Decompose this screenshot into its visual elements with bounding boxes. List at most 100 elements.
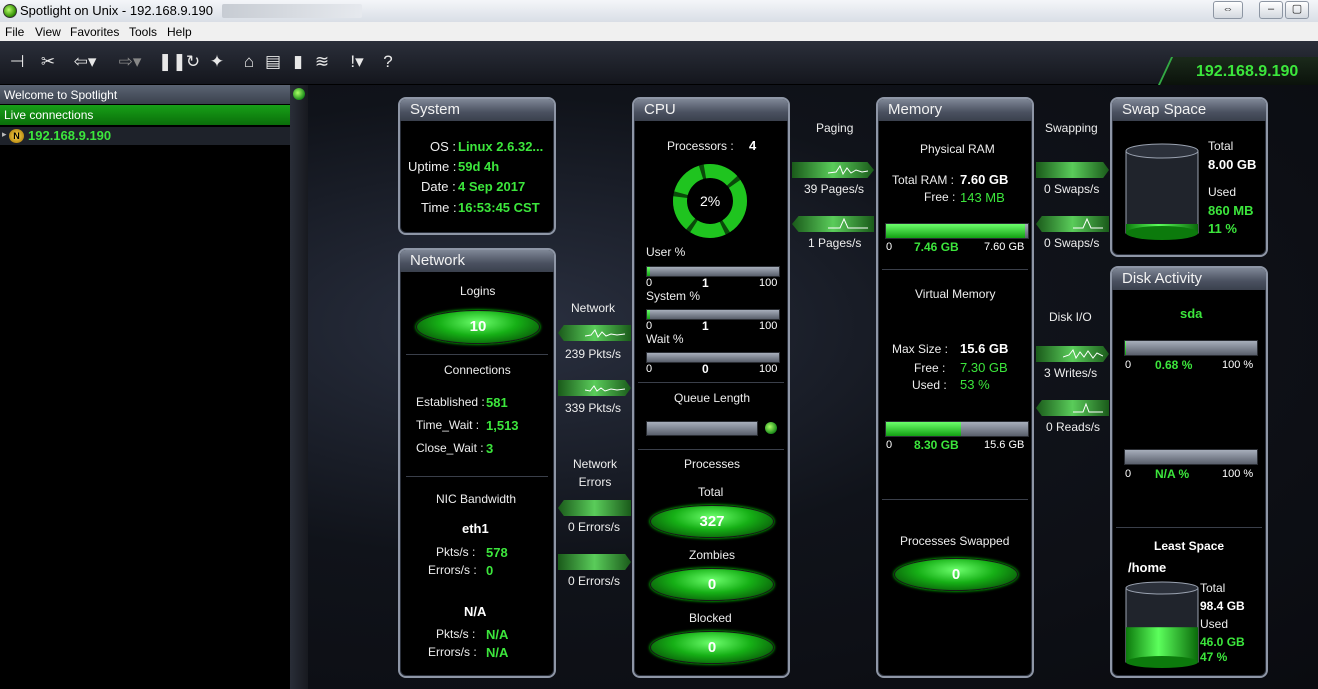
disk-write-pipe[interactable] [1036, 346, 1109, 362]
minimize-button[interactable]: – [1259, 1, 1283, 19]
disconnect-icon[interactable]: ✂ [37, 51, 59, 73]
forward-icon[interactable]: ⇨▾ [115, 51, 145, 73]
disk-1-fill [1125, 341, 1127, 355]
total-ram-label: Total RAM : [892, 173, 955, 187]
swap-out-pipe[interactable] [1036, 216, 1109, 232]
interface-2-pkts: N/A [486, 627, 509, 642]
blocked-label: Blocked [689, 611, 732, 625]
interface-2-name: N/A [464, 604, 487, 619]
errors-in-pipe[interactable] [558, 500, 631, 516]
virtual-memory-fill [886, 422, 962, 436]
interface-1-pkts: 578 [486, 545, 508, 560]
restore-button[interactable]: ⇔ [1213, 1, 1243, 19]
alarm-icon[interactable]: !▾ [342, 51, 372, 73]
expand-icon[interactable]: ▸ [2, 129, 7, 140]
system-pct-label: System % [646, 289, 701, 303]
disk-activity-panel[interactable]: Disk Activity sda 0 0.68 % 100 % 0 N/A %… [1110, 266, 1268, 678]
pause-icon[interactable]: ❚❚ [158, 51, 187, 73]
physical-used-value: 7.46 GB [914, 240, 959, 254]
time-label: Time : [421, 200, 457, 215]
welcome-item[interactable]: Welcome to Spotlight [0, 85, 290, 104]
network-in-pipe[interactable] [558, 325, 631, 341]
network-out-sparkline [585, 385, 625, 392]
system-panel[interactable]: System OS : Linux 2.6.32... Uptime : 59d… [398, 97, 556, 235]
system-title: System [400, 99, 554, 121]
uptime-label: Uptime : [408, 159, 457, 174]
page-out-sparkline [828, 217, 868, 229]
connect-icon[interactable]: ⊣ [6, 51, 28, 73]
wait-scale-min: 0 [646, 363, 653, 375]
disk-2-scale-max: 100 % [1222, 468, 1254, 480]
system-pct-bar [646, 309, 780, 320]
logins-gauge: 10 [416, 310, 540, 344]
live-connections-item[interactable]: Live connections [0, 105, 290, 125]
app-icon [3, 4, 17, 18]
swap-space-panel[interactable]: Swap Space Total 8.00 GB Used 860 MB 11 … [1110, 97, 1268, 257]
total-ram-value: 7.60 GB [960, 172, 1009, 187]
logins-label: Logins [460, 284, 496, 298]
user-pct-value: 1 [702, 276, 709, 290]
menu-tools[interactable]: Tools [129, 25, 157, 39]
processors-label: Processors : [667, 139, 734, 153]
connections-label: Connections [444, 363, 511, 377]
virtual-scale-min: 0 [886, 439, 893, 451]
page-out-rate: 1 Pages/s [808, 236, 862, 250]
disk-1-scale-max: 100 % [1222, 359, 1254, 371]
established-label: Established : [416, 395, 485, 409]
queue-status-icon [765, 422, 777, 434]
calibrate-icon[interactable]: ✦ [206, 51, 228, 73]
host-banner-text: 192.168.9.190 [1196, 63, 1299, 80]
toolbar: ⊣ ✂ ⇦▾ ⇨▾ ❚❚ ↻ ✦ ⌂ ▤ ▮ ≋ !▾ ? [0, 41, 1318, 85]
disk-write-rate: 3 Writes/s [1044, 366, 1098, 380]
maximize-button[interactable]: ▢ [1285, 1, 1309, 19]
page-in-pipe[interactable] [792, 162, 874, 178]
splitter[interactable] [290, 85, 308, 689]
network-in-rate: 239 Pkts/s [565, 347, 622, 361]
os-value: Linux 2.6.32... [458, 139, 544, 154]
page-out-pipe[interactable] [792, 216, 874, 232]
cpu-title: CPU [634, 99, 788, 121]
host-row[interactable]: ▸ N 192.168.9.190 [0, 127, 290, 145]
network-out-pipe[interactable] [558, 380, 631, 396]
cpu-panel[interactable]: CPU Processors : 4 2% User % 0 1 100 Sys… [632, 97, 790, 678]
sidebar: Welcome to Spotlight Live connections ▸ … [0, 85, 290, 689]
disk-write-sparkline [1063, 349, 1103, 360]
back-icon[interactable]: ⇦▾ [70, 51, 100, 73]
cpu-usage-value: 2% [700, 193, 721, 209]
swap-in-pipe[interactable] [1036, 162, 1109, 178]
errors-out-pipe[interactable] [558, 554, 631, 570]
network-in-sparkline [585, 329, 625, 338]
swap-used-label: Used [1208, 185, 1237, 199]
network-panel[interactable]: Network Logins 10 Connections Establishe… [398, 248, 556, 678]
network-errors-label: Network Errors [572, 457, 617, 489]
system-pct-fill [647, 310, 650, 319]
database-icon[interactable]: ≋ [311, 51, 333, 73]
memory-panel[interactable]: Memory Physical RAM Total RAM : 7.60 GB … [876, 97, 1034, 678]
list-icon[interactable]: ▤ [262, 51, 284, 73]
system-scale-max: 100 [759, 320, 778, 332]
disk-used-label: Used [1200, 617, 1229, 631]
refresh-icon[interactable]: ↻ [182, 51, 204, 73]
interface-1-name: eth1 [462, 521, 489, 536]
virtual-scale-max: 15.6 GB [984, 439, 1025, 451]
menu-file[interactable]: File [5, 25, 24, 39]
virtual-memory-label: Virtual Memory [915, 287, 996, 301]
menu-help[interactable]: Help [167, 25, 192, 39]
swap-in-rate: 0 Swaps/s [1044, 182, 1100, 196]
free-ram-value: 143 MB [960, 190, 1005, 205]
free-ram-label: Free : [924, 190, 956, 204]
least-space-mount: /home [1128, 560, 1167, 575]
wait-pct-value: 0 [702, 362, 709, 376]
errors-label: Errors/s : [428, 645, 477, 659]
menu-favorites[interactable]: Favorites [70, 25, 119, 39]
least-space-label: Least Space [1154, 539, 1225, 553]
help-icon[interactable]: ? [377, 51, 399, 73]
home-icon[interactable]: ⌂ [238, 51, 260, 73]
max-size-label: Max Size : [892, 342, 949, 356]
wait-pct-label: Wait % [646, 332, 684, 346]
disk-read-pipe[interactable] [1036, 400, 1109, 416]
system-pct-value: 1 [702, 319, 709, 333]
page-in-sparkline [828, 164, 868, 176]
chart-icon[interactable]: ▮ [287, 51, 309, 73]
menu-view[interactable]: View [35, 25, 61, 39]
